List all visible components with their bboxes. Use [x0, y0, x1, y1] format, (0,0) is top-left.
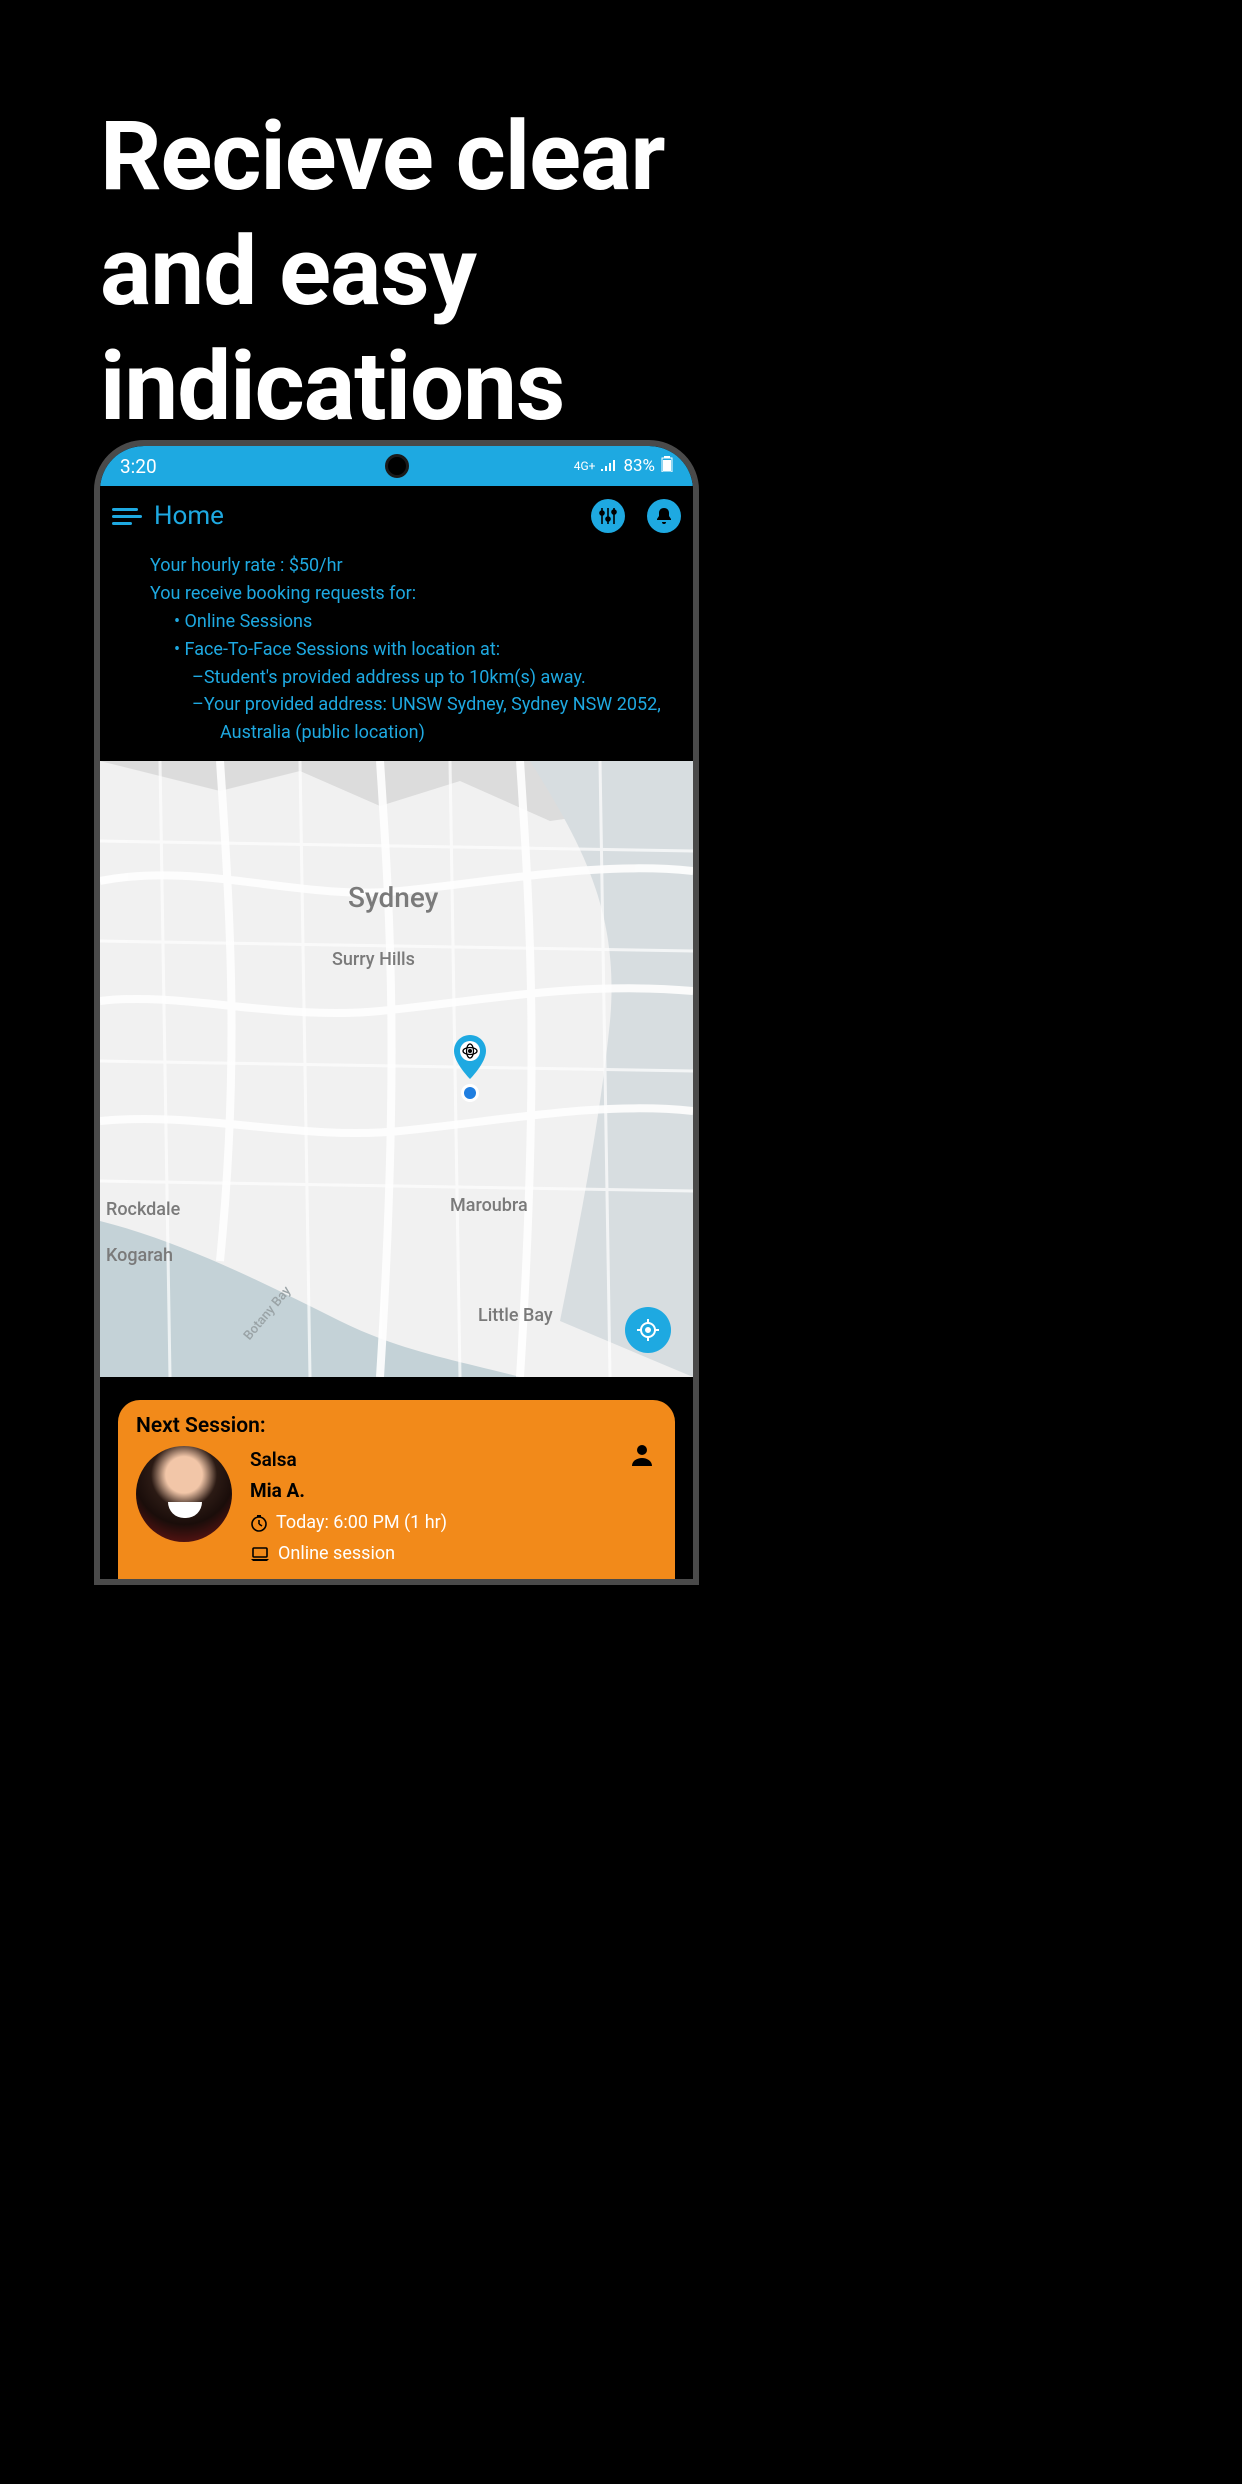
app-bar: Home — [100, 486, 693, 546]
status-right: 4G+ 83% — [574, 456, 673, 477]
rate-line: Your hourly rate : $50/hr — [150, 552, 673, 580]
map-label-sydney: Sydney — [348, 881, 438, 914]
sub-student-address: –Student's provided address up to 10km(s… — [192, 664, 673, 692]
headline-line: and easy — [100, 215, 1242, 330]
signal-icon — [601, 456, 617, 476]
sub-provided-address-wrap: Australia (public location) — [192, 719, 673, 747]
session-time: Today: 6:00 PM (1 hr) — [276, 1509, 447, 1536]
clock-icon — [250, 1514, 268, 1532]
bell-icon — [654, 506, 674, 526]
phone-frame: 3:20 4G+ 83% Home — [94, 440, 699, 1585]
battery-percent: 83% — [623, 456, 655, 476]
headline-line: indications — [100, 330, 1242, 445]
status-time: 3:20 — [120, 455, 157, 478]
session-mode: Online session — [278, 1540, 395, 1567]
marketing-headline: Recieve clear and easy indications — [0, 0, 1242, 446]
bullet-online: • Online Sessions — [174, 608, 673, 636]
map[interactable]: Sydney Surry Hills Maroubra Rockdale Kog… — [100, 761, 693, 1377]
sub-provided-address: –Your provided address: UNSW Sydney, Syd… — [192, 691, 673, 719]
page-title: Home — [154, 501, 569, 531]
bullet-f2f: • Face-To-Face Sessions with location at… — [174, 636, 673, 664]
status-bar: 3:20 4G+ 83% — [100, 446, 693, 486]
map-label-maroubra: Maroubra — [450, 1195, 528, 1216]
notifications-button[interactable] — [647, 499, 681, 533]
map-label-rockdale: Rockdale — [106, 1199, 180, 1220]
laptop-icon — [250, 1546, 270, 1562]
headline-line: Recieve clear — [100, 100, 1242, 215]
map-label-kogarah: Kogarah — [106, 1245, 173, 1266]
next-session-card[interactable]: Next Session: Salsa Mia A. Today: 6:00 P… — [118, 1400, 675, 1579]
info-panel: Your hourly rate : $50/hr You receive bo… — [100, 546, 693, 761]
current-location-dot — [460, 1083, 480, 1103]
student-avatar — [136, 1446, 232, 1542]
settings-button[interactable] — [591, 499, 625, 533]
session-subject: Salsa — [250, 1446, 657, 1475]
network-indicator: 4G+ — [574, 459, 596, 473]
map-label-little-bay: Little Bay — [478, 1305, 553, 1326]
person-icon — [629, 1442, 655, 1468]
menu-icon[interactable] — [112, 508, 140, 525]
locate-me-button[interactable] — [625, 1307, 671, 1353]
student-name: Mia A. — [250, 1477, 657, 1506]
location-pin-icon[interactable] — [452, 1035, 488, 1079]
requests-intro: You receive booking requests for: — [150, 580, 673, 608]
sliders-icon — [599, 507, 617, 525]
phone-screen: 3:20 4G+ 83% Home — [100, 446, 693, 1579]
camera-notch — [385, 454, 409, 478]
battery-icon — [661, 456, 673, 477]
crosshair-icon — [636, 1318, 660, 1342]
map-roads — [100, 761, 693, 1377]
session-header: Next Session: — [136, 1414, 657, 1438]
map-label-surry-hills: Surry Hills — [332, 949, 415, 970]
